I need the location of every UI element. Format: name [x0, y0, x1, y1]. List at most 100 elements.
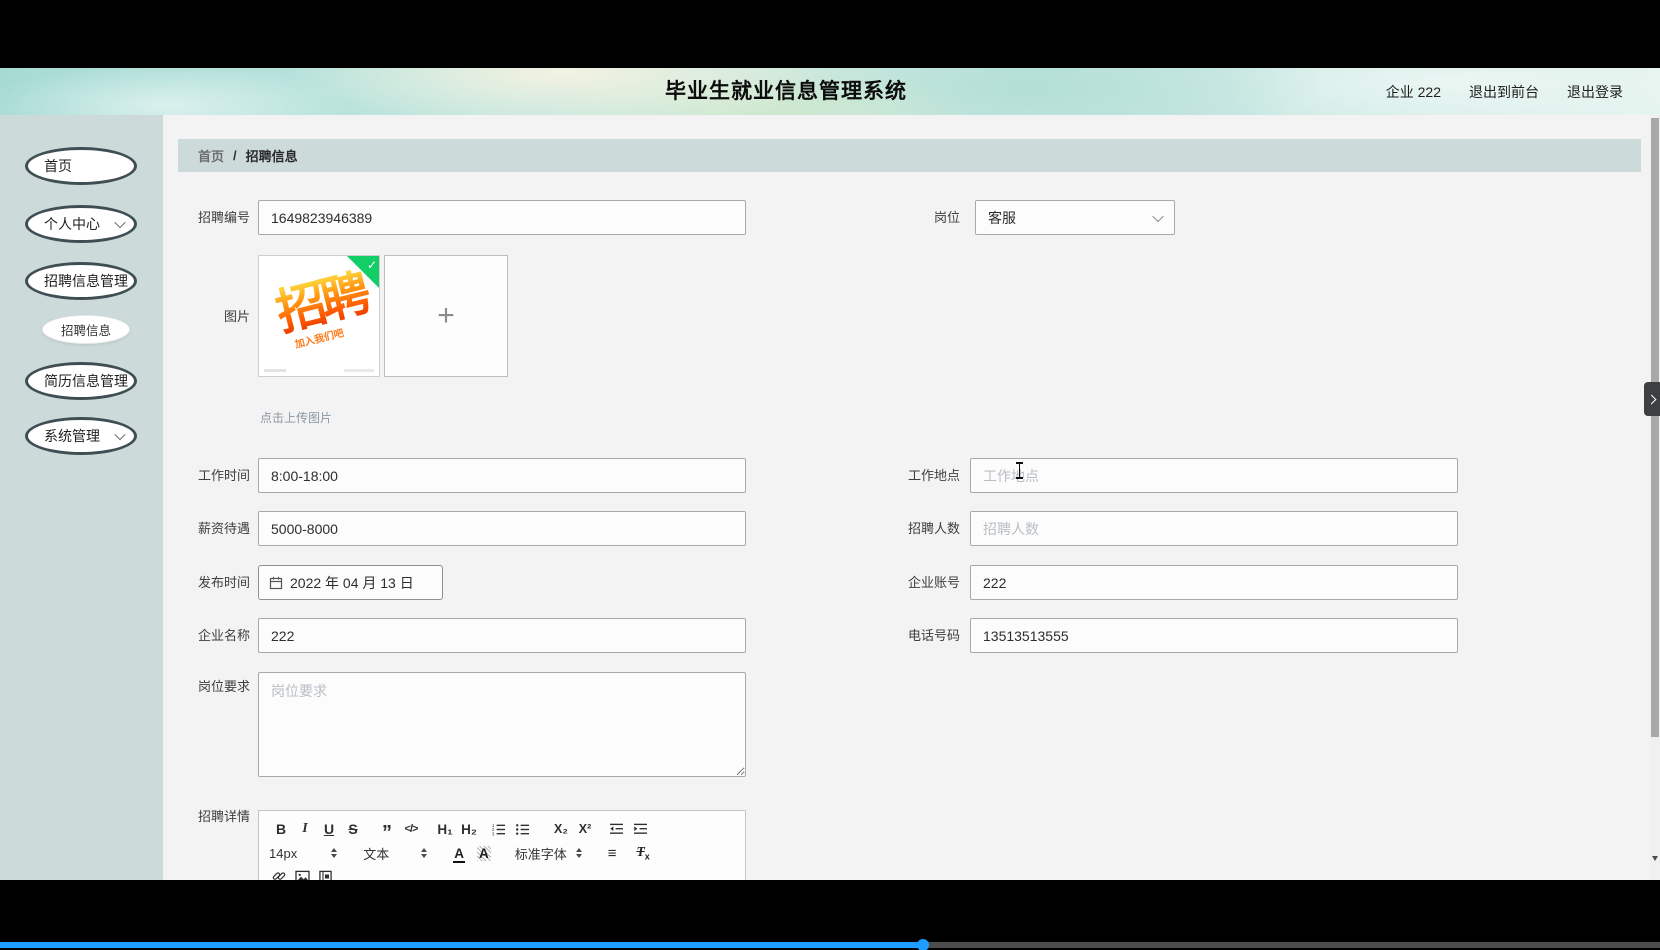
heading2-button[interactable]: H₂ [457, 818, 481, 840]
breadcrumb-home[interactable]: 首页 [198, 146, 224, 165]
enterprise-account-link[interactable]: 企业 222 [1386, 82, 1441, 102]
sidebar-item-label: 招聘信息管理 [44, 273, 128, 289]
breadcrumb: 首页 / 招聘信息 [178, 139, 1641, 172]
progress-knob[interactable] [916, 939, 929, 950]
breadcrumb-separator: / [233, 148, 237, 163]
exit-to-front-link[interactable]: 退出到前台 [1469, 82, 1539, 102]
main-area: 首页 个人中心 招聘信息管理 招聘信息 简历信息管理 系统管理 首页 / 招聘信… [0, 115, 1660, 950]
sidebar-item-label: 简历信息管理 [44, 373, 128, 389]
blockquote-button[interactable]: ” [375, 818, 399, 843]
salary-label: 薪资待遇 [197, 521, 250, 536]
sidebar-item-resume-manage[interactable]: 简历信息管理 [25, 362, 137, 400]
sidebar-item-recruit-manage[interactable]: 招聘信息管理 [25, 262, 137, 300]
sidebar-item-personal-center[interactable]: 个人中心 [25, 205, 137, 243]
clear-format-button[interactable]: Tx [637, 844, 650, 862]
sidebar-item-label: 首页 [44, 158, 72, 174]
editor-toolbar-row1: B I U S ” </> H₁ H₂ 123 X₂ X² [259, 818, 745, 843]
phone-label: 电话号码 [907, 628, 960, 643]
company-name-input[interactable] [258, 618, 746, 653]
position-selected-value: 客服 [988, 209, 1016, 226]
check-icon: ✓ [366, 258, 377, 272]
side-panel-toggle[interactable] [1644, 382, 1660, 416]
phone-input[interactable] [970, 618, 1458, 653]
detail-label: 招聘详情 [197, 809, 250, 824]
recruit-no-label: 招聘编号 [197, 210, 250, 225]
background-color-button[interactable]: A [476, 845, 491, 861]
subscript-button[interactable]: X₂ [549, 818, 573, 840]
sidebar-item-label: 系统管理 [44, 428, 100, 444]
font-family-stepper[interactable] [575, 847, 582, 859]
svg-text:3: 3 [492, 831, 495, 836]
outdent-button[interactable] [609, 820, 633, 838]
font-family-value[interactable]: 标准字体 [515, 844, 567, 863]
paragraph-style-value[interactable]: 文本 [363, 844, 389, 863]
letterbox-top [0, 0, 1660, 68]
content-panel: 首页 / 招聘信息 招聘编号 岗位 客服 图片 招聘 加入我们吧 ✓ [163, 115, 1650, 950]
sidebar: 首页 个人中心 招聘信息管理 招聘信息 简历信息管理 系统管理 [0, 115, 163, 880]
indent-button[interactable] [633, 820, 657, 838]
font-size-stepper[interactable] [331, 847, 338, 859]
ordered-list-icon: 123 [492, 823, 505, 836]
scrollbar-down-arrow-icon[interactable] [1652, 856, 1658, 861]
vertical-scrollbar[interactable] [1650, 115, 1660, 880]
calendar-icon [269, 576, 283, 589]
company-account-input[interactable] [970, 565, 1458, 600]
sidebar-item-recruit-info[interactable]: 招聘信息 [42, 315, 130, 344]
headcount-input[interactable] [970, 511, 1458, 546]
italic-button[interactable]: I [293, 818, 317, 840]
image-label: 图片 [223, 309, 250, 324]
chevron-right-icon [1646, 394, 1656, 404]
breadcrumb-current: 招聘信息 [245, 149, 298, 164]
recruit-no-input[interactable] [258, 200, 746, 235]
font-color-button[interactable]: A [453, 845, 465, 863]
requirement-label: 岗位要求 [197, 679, 250, 694]
text-cursor [1015, 462, 1024, 479]
work-time-label: 工作时间 [197, 468, 250, 483]
video-progress-bar[interactable] [0, 939, 1660, 950]
line-height-button[interactable]: ≡ [608, 845, 617, 862]
ordered-list-button[interactable]: 123 [491, 820, 515, 838]
position-label: 岗位 [933, 210, 960, 225]
strikethrough-button[interactable]: S [341, 818, 365, 840]
chevron-down-icon [1152, 210, 1164, 222]
salary-input[interactable] [258, 511, 746, 546]
chevron-down-icon [114, 216, 126, 229]
upload-success-badge: ✓ [347, 256, 379, 288]
upload-hint-link[interactable]: 点击上传图片 [260, 409, 332, 426]
header-links: 企业 222 退出到前台 退出登录 [1386, 68, 1623, 115]
progress-fill [0, 942, 923, 948]
chevron-down-icon [114, 428, 126, 441]
company-name-label: 企业名称 [197, 628, 250, 643]
underline-button[interactable]: U [317, 818, 341, 840]
unordered-list-icon [516, 823, 529, 835]
work-place-input[interactable] [970, 458, 1458, 493]
code-button[interactable]: </> [399, 818, 423, 840]
uploaded-image-thumbnail[interactable]: 招聘 加入我们吧 ✓ [258, 255, 380, 377]
unordered-list-button[interactable] [515, 820, 539, 838]
heading1-button[interactable]: H₁ [433, 818, 457, 840]
superscript-button[interactable]: X² [573, 818, 597, 840]
page-title: 毕业生就业信息管理系统 [665, 80, 907, 103]
paragraph-style-stepper[interactable] [421, 847, 428, 859]
bold-button[interactable]: B [269, 818, 293, 840]
scrollbar-thumb[interactable] [1651, 118, 1659, 737]
logout-link[interactable]: 退出登录 [1567, 82, 1623, 102]
sidebar-item-label: 个人中心 [44, 216, 100, 232]
image-upload-box[interactable]: + [384, 255, 508, 377]
publish-date-picker[interactable]: 2022 年 04 月 13 日 [258, 565, 443, 600]
sidebar-item-system-manage[interactable]: 系统管理 [25, 417, 137, 455]
sidebar-item-label: 招聘信息 [60, 324, 111, 338]
font-size-value[interactable]: 14px [269, 846, 297, 861]
letterbox-bottom [0, 880, 1660, 950]
company-account-label: 企业账号 [907, 575, 960, 590]
requirement-textarea[interactable] [258, 672, 746, 777]
position-select[interactable]: 客服 [975, 200, 1175, 235]
publish-date-value: 2022 年 04 月 13 日 [290, 574, 414, 591]
work-place-label: 工作地点 [907, 468, 960, 483]
headcount-label: 招聘人数 [907, 521, 960, 536]
screen: 毕业生就业信息管理系统 企业 222 退出到前台 退出登录 首页 个人中心 招聘… [0, 0, 1660, 950]
work-time-input[interactable] [258, 458, 746, 493]
sidebar-item-home[interactable]: 首页 [25, 147, 137, 185]
plus-icon: + [437, 299, 455, 332]
indent-icon [634, 823, 647, 834]
